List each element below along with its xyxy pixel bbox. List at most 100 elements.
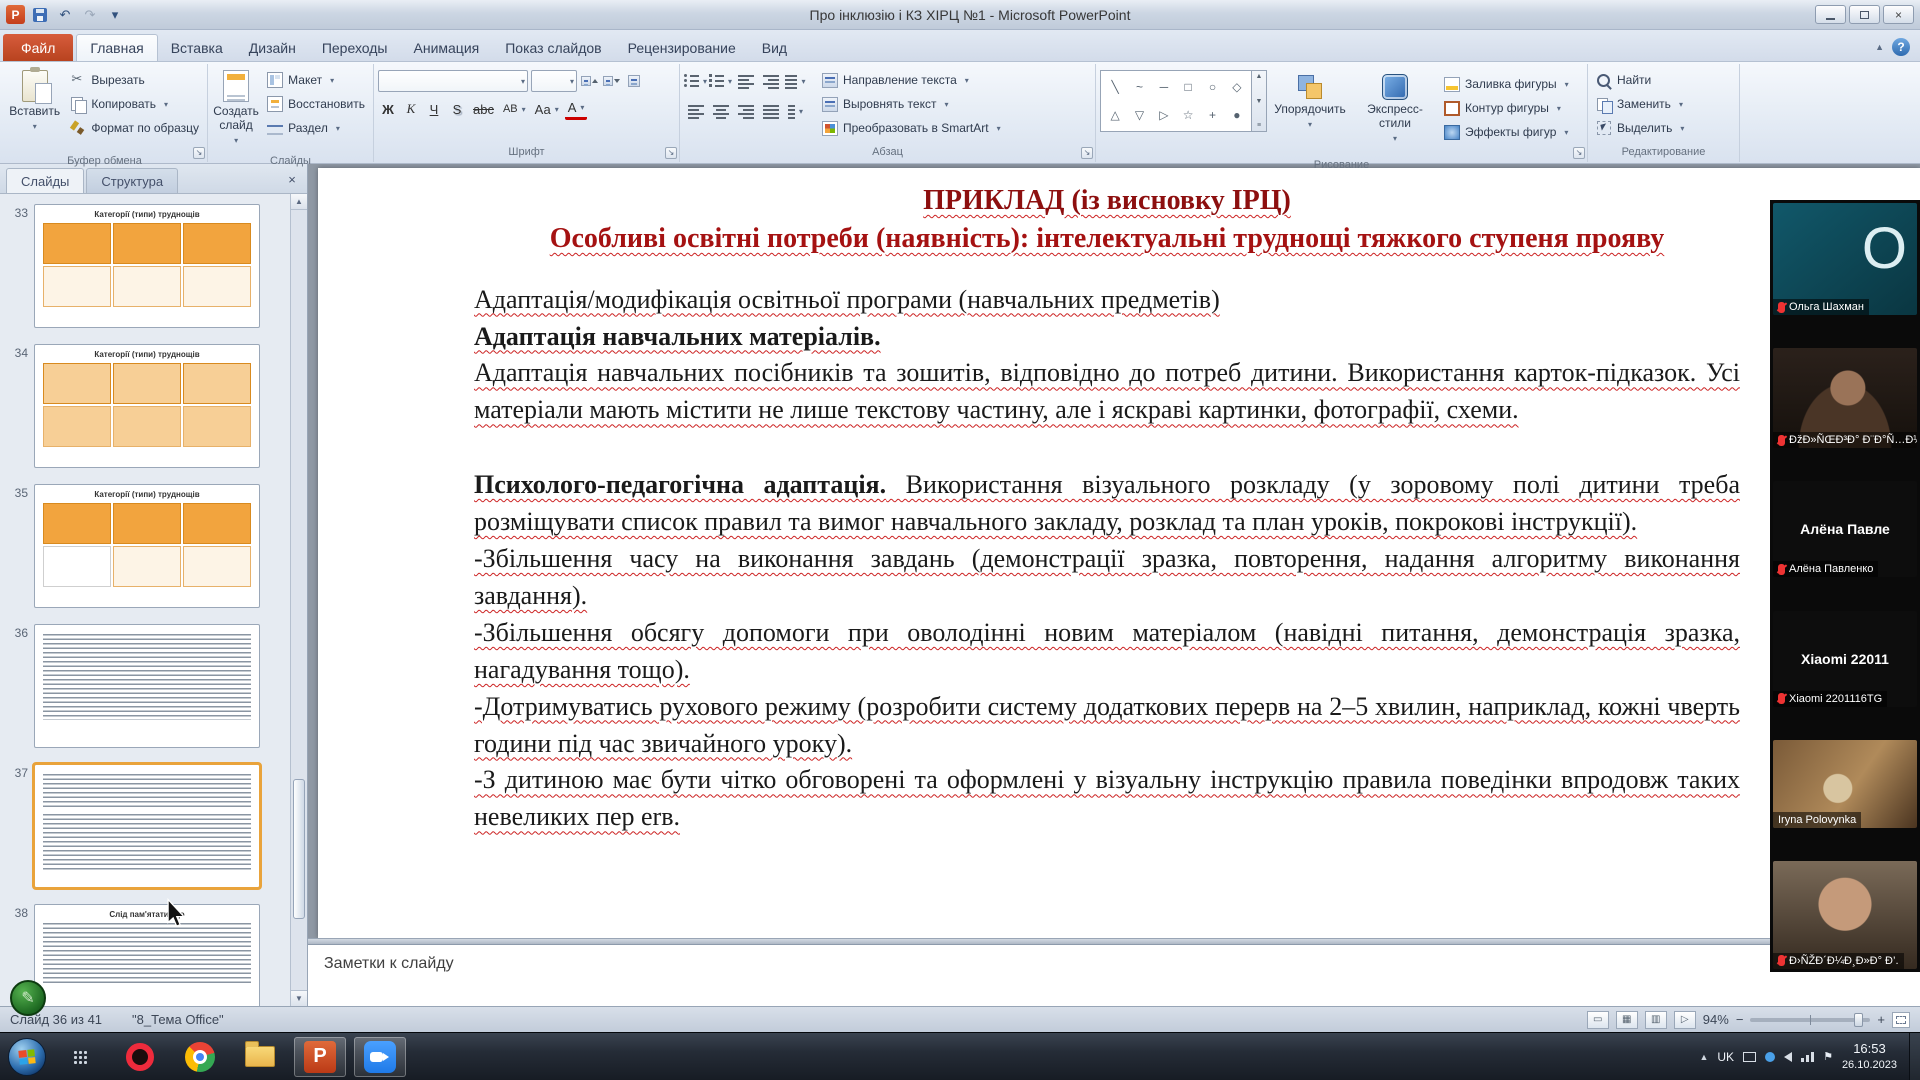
replace-button[interactable]: Заменить: [1592, 93, 1688, 115]
slideshow-button[interactable]: ▷: [1674, 1011, 1696, 1029]
zoom-slider-thumb[interactable]: [1854, 1013, 1863, 1027]
slide-thumbnail-37-selected[interactable]: [34, 764, 260, 888]
font-color-button[interactable]: А: [565, 98, 588, 120]
slide-thumbnail-34[interactable]: Категорії (типи) труднощів: [34, 344, 260, 468]
shape-circle-icon[interactable]: ●: [1233, 108, 1240, 122]
slide-thumbnail-38[interactable]: Слід пам'ятати, що: [34, 904, 260, 1006]
text-direction-button[interactable]: Направление текста: [818, 69, 1005, 91]
opera-taskbar-button[interactable]: [114, 1037, 166, 1077]
find-button[interactable]: Найти: [1592, 69, 1688, 91]
tab-design[interactable]: Дизайн: [236, 34, 309, 61]
scrollbar-thumb[interactable]: [293, 779, 305, 919]
quick-launch-button[interactable]: [54, 1037, 106, 1077]
save-button[interactable]: [30, 6, 50, 24]
annotation-tool-button[interactable]: ✎: [10, 980, 46, 1016]
reading-view-button[interactable]: ▥: [1645, 1011, 1667, 1029]
bullets-button[interactable]: [684, 70, 707, 92]
volume-tray-icon[interactable]: [1784, 1052, 1792, 1062]
fit-to-window-button[interactable]: [1892, 1012, 1910, 1028]
copy-button[interactable]: Копировать: [66, 93, 203, 115]
slide-thumbnail-36[interactable]: [34, 624, 260, 748]
shapes-gallery-scrollbar[interactable]: ▲ ▼ ≡: [1252, 70, 1267, 132]
paste-button[interactable]: Вставить▾: [6, 66, 63, 154]
scroll-down-icon[interactable]: ▼: [1256, 98, 1263, 105]
scroll-down-icon[interactable]: ▼: [291, 990, 307, 1006]
minimize-button[interactable]: [1815, 5, 1846, 24]
align-text-button[interactable]: Выровнять текст: [818, 93, 1005, 115]
zoom-slider[interactable]: [1750, 1018, 1870, 1022]
shape-outline-button[interactable]: Контур фигуры: [1440, 97, 1573, 119]
slide-text-box[interactable]: ПРИКЛАД (із висновку ІРЦ) Особливі освіт…: [318, 168, 1920, 836]
slide-canvas[interactable]: ПРИКЛАД (із висновку ІРЦ) Особливі освіт…: [308, 164, 1920, 938]
shape-triangle-icon[interactable]: △: [1111, 108, 1120, 122]
shape-rectangle-icon[interactable]: □: [1185, 80, 1192, 94]
font-name-combo[interactable]: ▾: [378, 70, 528, 92]
start-button[interactable]: [8, 1038, 46, 1076]
slide-page[interactable]: ПРИКЛАД (із висновку ІРЦ) Особливі освіт…: [318, 168, 1920, 938]
clear-formatting-button[interactable]: [624, 72, 643, 90]
zoom-in-button[interactable]: +: [1877, 1012, 1885, 1027]
select-button[interactable]: Выделить: [1592, 117, 1688, 139]
tab-outline[interactable]: Структура: [86, 168, 178, 193]
panel-close-icon[interactable]: ×: [283, 171, 301, 189]
participant-video-tile[interactable]: Iryna Polovynka: [1773, 740, 1917, 828]
cut-button[interactable]: Вырезать: [66, 69, 203, 91]
decrease-indent-button[interactable]: [734, 70, 757, 92]
tab-slides-thumbnails[interactable]: Слайды: [6, 168, 84, 193]
slide-sorter-button[interactable]: ▦: [1616, 1011, 1638, 1029]
arrange-button[interactable]: Упорядочить▾: [1270, 70, 1350, 158]
section-button[interactable]: Раздел: [263, 117, 369, 139]
increase-indent-button[interactable]: [759, 70, 782, 92]
underline-button[interactable]: Ч: [424, 98, 444, 120]
justify-button[interactable]: [759, 100, 782, 122]
action-center-icon[interactable]: ⚑: [1823, 1050, 1833, 1063]
shape-fill-button[interactable]: Заливка фигуры: [1440, 73, 1573, 95]
new-slide-button[interactable]: Создать слайд▾: [212, 66, 260, 154]
line-spacing-button[interactable]: [784, 70, 807, 92]
format-painter-button[interactable]: Формат по образцу: [66, 117, 203, 139]
align-right-button[interactable]: [734, 100, 757, 122]
paragraph-dialog-launcher[interactable]: [1081, 147, 1093, 159]
slide-thumbnail-35[interactable]: Категорії (типи) труднощів: [34, 484, 260, 608]
shape-diamond-icon[interactable]: ◇: [1232, 80, 1241, 94]
normal-view-button[interactable]: ▭: [1587, 1011, 1609, 1029]
tab-review[interactable]: Рецензирование: [615, 34, 749, 61]
drawing-dialog-launcher[interactable]: [1573, 147, 1585, 159]
network-tray-icon[interactable]: [1801, 1052, 1814, 1062]
shape-straight-icon[interactable]: ─: [1160, 80, 1169, 94]
align-center-button[interactable]: [709, 100, 732, 122]
language-indicator[interactable]: UK: [1717, 1050, 1734, 1064]
slide-thumbnail-33[interactable]: Категорії (типи) труднощів: [34, 204, 260, 328]
align-left-button[interactable]: [684, 100, 707, 122]
participant-video-tile[interactable]: Ð›ÑŽÐ´Ð¼Ð¸Ð»Ð° Ð’.: [1773, 861, 1917, 969]
smartart-button[interactable]: Преобразовать в SmartArt: [818, 117, 1005, 139]
zoom-out-button[interactable]: −: [1736, 1012, 1744, 1027]
zoom-taskbar-button[interactable]: [354, 1037, 406, 1077]
shrink-font-button[interactable]: [602, 72, 621, 90]
notes-pane[interactable]: Заметки к слайду: [308, 944, 1920, 1006]
scroll-up-icon[interactable]: ▲: [1256, 73, 1263, 80]
tab-animations[interactable]: Анимация: [401, 34, 493, 61]
shape-line-icon[interactable]: ╲: [1112, 80, 1119, 94]
help-button[interactable]: ?: [1892, 38, 1910, 56]
show-desktop-button[interactable]: [1909, 1033, 1920, 1080]
shape-plus-icon[interactable]: +: [1209, 108, 1216, 122]
numbering-button[interactable]: [709, 70, 732, 92]
participant-tile[interactable]: Алёна Павле Алёна Павленко: [1773, 481, 1917, 577]
tab-view[interactable]: Вид: [749, 34, 800, 61]
display-tray-icon[interactable]: [1743, 1052, 1756, 1062]
columns-button[interactable]: [784, 100, 807, 122]
redo-button[interactable]: ↷: [80, 6, 100, 24]
show-hidden-icons-button[interactable]: ▲: [1699, 1052, 1708, 1062]
scroll-up-icon[interactable]: ▲: [291, 194, 307, 210]
shapes-gallery[interactable]: ╲ ~ ─ □ ○ ◇ △ ▽ ▷ ☆ + ●: [1100, 70, 1252, 132]
restore-button[interactable]: [1849, 5, 1880, 24]
qat-customize-button[interactable]: ▾: [105, 6, 125, 24]
shape-curve-icon[interactable]: ~: [1136, 80, 1143, 94]
tab-file[interactable]: Файл: [3, 34, 73, 61]
shape-effects-button[interactable]: Эффекты фигур: [1440, 121, 1573, 143]
close-button[interactable]: ×: [1883, 5, 1914, 24]
shape-ellipse-icon[interactable]: ○: [1209, 80, 1216, 94]
text-shadow-button[interactable]: S: [447, 98, 467, 120]
strikethrough-button[interactable]: abc: [470, 98, 497, 120]
